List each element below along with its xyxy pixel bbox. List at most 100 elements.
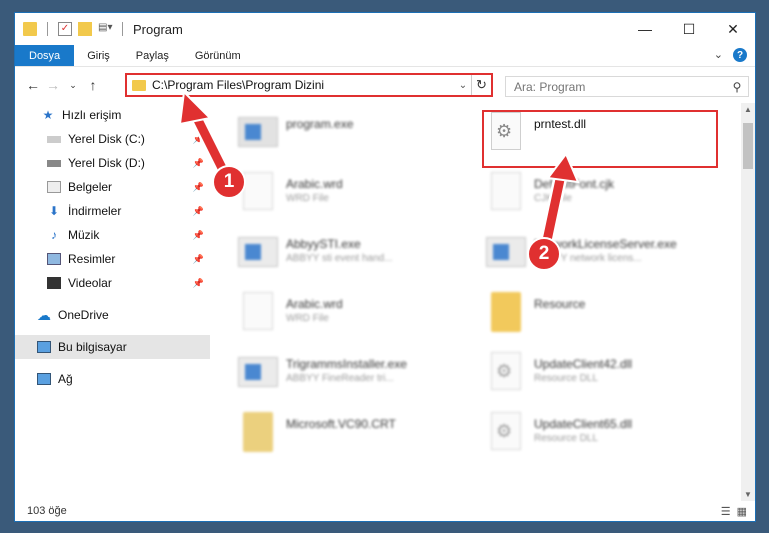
document-icon	[488, 169, 524, 213]
close-button[interactable]: ✕	[711, 13, 755, 45]
pin-icon[interactable]: 📌	[193, 254, 204, 265]
sidebar-item-music[interactable]: ♪ Müzik 📌	[15, 223, 210, 247]
file-item[interactable]: ⚙ UpdateClient42.dll Resource DLL	[488, 349, 728, 409]
tab-home[interactable]: Giriş	[74, 45, 123, 66]
sidebar-item-label: Yerel Disk (D:)	[68, 156, 145, 170]
search-input[interactable]	[514, 79, 726, 94]
file-item[interactable]: NetworkLicenseServer.exe ABBYY network li…	[486, 229, 728, 289]
large-icons-view-icon[interactable]: ▦	[737, 505, 747, 518]
minimize-button[interactable]: —	[623, 13, 667, 45]
sidebar-item-drive-d[interactable]: Yerel Disk (D:) 📌	[15, 151, 210, 175]
sidebar-item-documents[interactable]: Belgeler 📌	[15, 175, 210, 199]
drive-icon	[47, 159, 61, 167]
callout-2: 2	[527, 237, 561, 271]
chevron-down-icon[interactable]: ⌄	[455, 80, 471, 91]
scroll-down-icon[interactable]: ▼	[741, 490, 755, 499]
exe-icon	[486, 229, 526, 273]
properties-icon[interactable]: ✓	[58, 22, 72, 36]
computer-icon	[37, 341, 51, 353]
recent-locations-icon[interactable]: ⌄	[63, 80, 83, 91]
customize-icon[interactable]: ▤▾	[98, 22, 112, 36]
pin-icon[interactable]: 📌	[193, 134, 204, 145]
file-name: TrigrammsInstaller.exe	[286, 357, 407, 371]
quick-access-toolbar: ✓ ▤▾	[15, 22, 127, 36]
new-folder-icon[interactable]	[78, 22, 92, 36]
divider	[47, 22, 48, 36]
item-count: 103 öğe	[27, 505, 67, 517]
scroll-up-icon[interactable]: ▲	[741, 105, 755, 114]
sidebar-item-label: Ağ	[58, 372, 73, 386]
sidebar-item-label: İndirmeler	[68, 204, 122, 218]
sidebar-item-videos[interactable]: Videolar 📌	[15, 271, 210, 295]
up-arrow-icon[interactable]: ↑	[83, 77, 103, 93]
file-item[interactable]: Arabic.wrd WRD File	[240, 169, 480, 229]
sidebar-item-downloads[interactable]: ⬇ İndirmeler 📌	[15, 199, 210, 223]
sidebar-item-pictures[interactable]: Resimler 📌	[15, 247, 210, 271]
navigation-bar: ← → ⌄ ↑ C:\Program Files\Program Dizini …	[15, 67, 755, 103]
details-view-icon[interactable]: ☰	[721, 505, 731, 518]
cloud-icon: ☁	[37, 306, 51, 323]
tab-share[interactable]: Paylaş	[123, 45, 182, 66]
pin-icon[interactable]: 📌	[193, 278, 204, 289]
search-icon[interactable]: ⚲	[726, 80, 748, 94]
sidebar-item-label: Resimler	[68, 252, 116, 266]
file-item[interactable]: ⚙ UpdateClient65.dll Resource DLL	[488, 409, 728, 469]
sidebar-item-drive-c[interactable]: Yerel Disk (C:) 📌	[15, 127, 210, 151]
file-item[interactable]: TrigrammsInstaller.exe ABBYY FineReader t…	[238, 349, 480, 409]
title-bar: ✓ ▤▾ Program — ☐ ✕	[15, 13, 755, 45]
divider	[122, 22, 123, 36]
pin-icon[interactable]: 📌	[193, 230, 204, 241]
dll-icon: ⚙	[488, 409, 524, 453]
pin-icon[interactable]: 📌	[193, 182, 204, 193]
file-item[interactable]: AbbyySTI.exe ABBYY sti event hand...	[238, 229, 480, 289]
sidebar-item-quick-access[interactable]: ★ Hızlı erişim	[15, 103, 210, 127]
highlight-box	[482, 110, 718, 168]
file-name: Resource	[534, 297, 586, 311]
file-name: UpdateClient65.dll	[534, 417, 633, 431]
folder-icon	[23, 22, 37, 36]
scroll-thumb[interactable]	[743, 123, 753, 169]
explorer-window: ✓ ▤▾ Program — ☐ ✕ Dosya Giriş Paylaş Gö…	[14, 12, 756, 522]
file-type: WRD File	[286, 193, 329, 204]
file-item[interactable]: Arabic.wrd WRD File	[240, 289, 480, 349]
vertical-scrollbar[interactable]: ▲ ▼	[741, 103, 755, 501]
dll-icon: ⚙	[488, 349, 524, 393]
folder-icon	[132, 79, 146, 91]
file-type: ABBYY FineReader tri...	[286, 373, 394, 384]
file-item[interactable]: Microsoft.VC90.CRT	[240, 409, 480, 469]
tab-file[interactable]: Dosya	[15, 45, 75, 66]
maximize-button[interactable]: ☐	[667, 13, 711, 45]
sidebar-item-network[interactable]: Ağ	[15, 367, 210, 391]
pin-icon[interactable]: 📌	[193, 206, 204, 217]
document-icon	[240, 289, 276, 333]
sidebar-item-this-pc[interactable]: Bu bilgisayar	[15, 335, 210, 359]
expand-ribbon-icon[interactable]: ⌄	[714, 48, 723, 62]
sidebar-item-label: Müzik	[68, 228, 100, 242]
sidebar-item-label: Bu bilgisayar	[58, 340, 127, 354]
file-type: ABBYY sti event hand...	[286, 253, 393, 264]
file-name: DefaultFont.cjk	[534, 177, 615, 191]
refresh-icon[interactable]: ↻	[471, 75, 491, 95]
file-name: Arabic.wrd	[286, 297, 343, 311]
file-name: Arabic.wrd	[286, 177, 343, 191]
file-item[interactable]: Resource	[488, 289, 728, 349]
back-arrow-icon[interactable]: ←	[23, 77, 43, 93]
sidebar-item-label: Hızlı erişim	[62, 108, 122, 122]
ribbon-tabs: Dosya Giriş Paylaş Görünüm ⌄ ?	[15, 45, 755, 67]
star-icon: ★	[42, 108, 54, 122]
search-box[interactable]: ⚲	[505, 76, 749, 97]
file-item-program-exe[interactable]: program.exe	[238, 109, 480, 169]
pin-icon[interactable]: 📌	[193, 158, 204, 169]
address-bar[interactable]: C:\Program Files\Program Dizini ⌄ ↻	[125, 73, 493, 97]
address-path[interactable]: C:\Program Files\Program Dizini	[152, 78, 455, 92]
sidebar-item-label: Videolar	[68, 276, 112, 290]
help-icon[interactable]: ?	[733, 48, 747, 62]
forward-arrow-icon[interactable]: →	[43, 77, 63, 93]
file-type: WRD File	[286, 313, 329, 324]
sidebar-item-label: Belgeler	[68, 180, 113, 194]
window-controls: — ☐ ✕	[623, 13, 755, 45]
file-item[interactable]: DefaultFont.cjk CJK File	[488, 169, 728, 229]
sidebar-item-onedrive[interactable]: ☁ OneDrive	[15, 303, 210, 327]
view-buttons: ☰ ▦	[721, 505, 747, 518]
tab-view[interactable]: Görünüm	[182, 45, 254, 66]
